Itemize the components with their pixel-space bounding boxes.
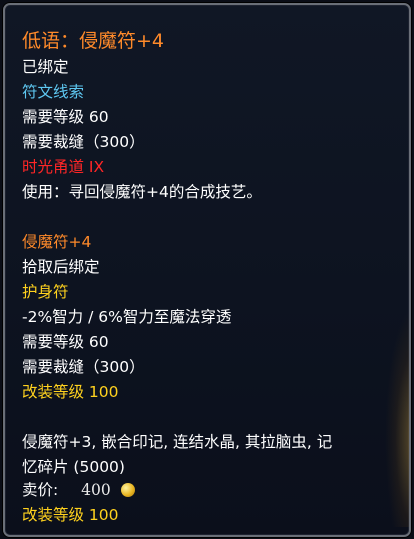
use-text: 使用：寻回侵魔符+4的合成技艺。 [22, 183, 262, 201]
recipe-item-name: 侵魔符+4 [22, 233, 92, 251]
sell-price: 卖价: 400 [22, 480, 135, 500]
item-category: 符文线索 [22, 83, 85, 101]
border-glow [385, 307, 409, 527]
required-tailoring: 需要裁缝（300） [22, 133, 145, 151]
recipe-required-tailoring: 需要裁缝（300） [22, 358, 145, 376]
recipe-binding: 拾取后绑定 [22, 258, 100, 276]
sell-price-value: 400 [81, 481, 111, 499]
recipe-stat: -2%智力 / 6%智力至魔法穿透 [22, 308, 232, 326]
item-tooltip: 低语：侵魔符+4 已绑定 符文线索 需要等级 60 需要裁缝（300） 时光甬道… [3, 3, 411, 537]
binding-text: 已绑定 [22, 58, 69, 76]
recipe-required-level: 需要等级 60 [22, 333, 109, 351]
upgrade-level: 改装等级 100 [22, 506, 119, 524]
item-name: 低语：侵魔符+4 [22, 30, 165, 52]
dungeon-name: 时光甬道 IX [22, 158, 105, 176]
recipe-upgrade-level: 改装等级 100 [22, 383, 119, 401]
required-level: 需要等级 60 [22, 108, 109, 126]
sell-price-label: 卖价: [22, 481, 59, 499]
gold-coin-icon [120, 483, 135, 497]
reagents-line-1: 侵魔符+3, 嵌合印记, 连结水晶, 其拉脑虫, 记 [22, 433, 333, 451]
reagents-line-2: 忆碎片 (5000) [22, 458, 125, 476]
recipe-slot: 护身符 [22, 283, 69, 301]
